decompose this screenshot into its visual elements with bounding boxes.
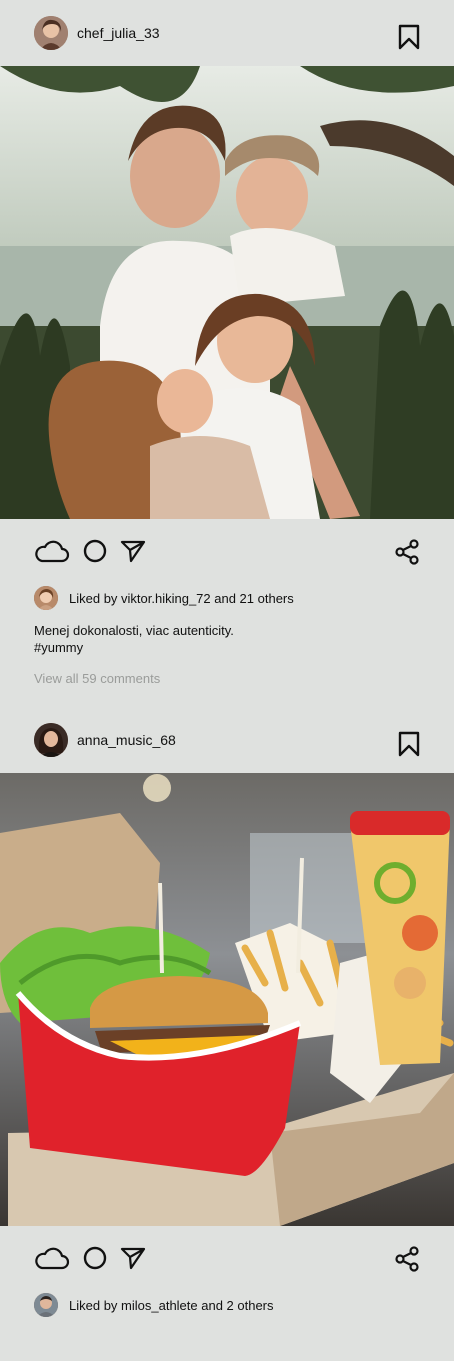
post-1: chef_julia_33 Liked by viktor.hiking_72 … [0, 0, 454, 686]
user-avatar-icon [34, 586, 58, 610]
post-2: anna_music_68 Liked by milos_athlete and… [0, 707, 454, 1320]
post-caption: Menej dokonalosti, viac autenticity. #yu… [0, 622, 454, 656]
post-actions [0, 1226, 454, 1290]
liked-by-text[interactable]: Liked by viktor.hiking_72 and 21 others [69, 591, 294, 606]
avatar[interactable] [34, 723, 68, 757]
send-triangle-icon[interactable] [120, 538, 146, 564]
share-icon[interactable] [394, 1246, 420, 1272]
avatar[interactable] [34, 16, 68, 50]
like-cloud-icon[interactable] [34, 538, 70, 564]
share-icon[interactable] [394, 539, 420, 565]
post-photo-burger[interactable] [0, 773, 454, 1226]
user-avatar-icon [34, 723, 68, 757]
caption-text: Menej dokonalosti, viac autenticity. [34, 623, 234, 638]
post-header: chef_julia_33 [0, 0, 454, 66]
comment-circle-icon[interactable] [82, 1245, 108, 1271]
username[interactable]: chef_julia_33 [77, 25, 160, 41]
user-avatar-icon [34, 16, 68, 50]
bookmark-icon[interactable] [398, 731, 420, 757]
send-triangle-icon[interactable] [120, 1245, 146, 1271]
likes-row: Liked by viktor.hiking_72 and 21 others [0, 583, 454, 613]
post-photo-family[interactable] [0, 66, 454, 519]
liker-avatar[interactable] [34, 1293, 58, 1317]
burger-fries-photo [0, 773, 454, 1226]
username[interactable]: anna_music_68 [77, 732, 176, 748]
comment-circle-icon[interactable] [82, 538, 108, 564]
view-comments-link[interactable]: View all 59 comments [0, 671, 454, 686]
feed: chef_julia_33 Liked by viktor.hiking_72 … [0, 0, 454, 1361]
user-avatar-icon [34, 1293, 58, 1317]
like-cloud-icon[interactable] [34, 1245, 70, 1271]
family-photo [0, 66, 454, 519]
post-header: anna_music_68 [0, 707, 454, 773]
caption-hashtag[interactable]: #yummy [34, 639, 420, 656]
post-actions [0, 519, 454, 583]
likes-row: Liked by milos_athlete and 2 others [0, 1290, 454, 1320]
bookmark-icon[interactable] [398, 24, 420, 50]
liker-avatar[interactable] [34, 586, 58, 610]
liked-by-text[interactable]: Liked by milos_athlete and 2 others [69, 1298, 274, 1313]
